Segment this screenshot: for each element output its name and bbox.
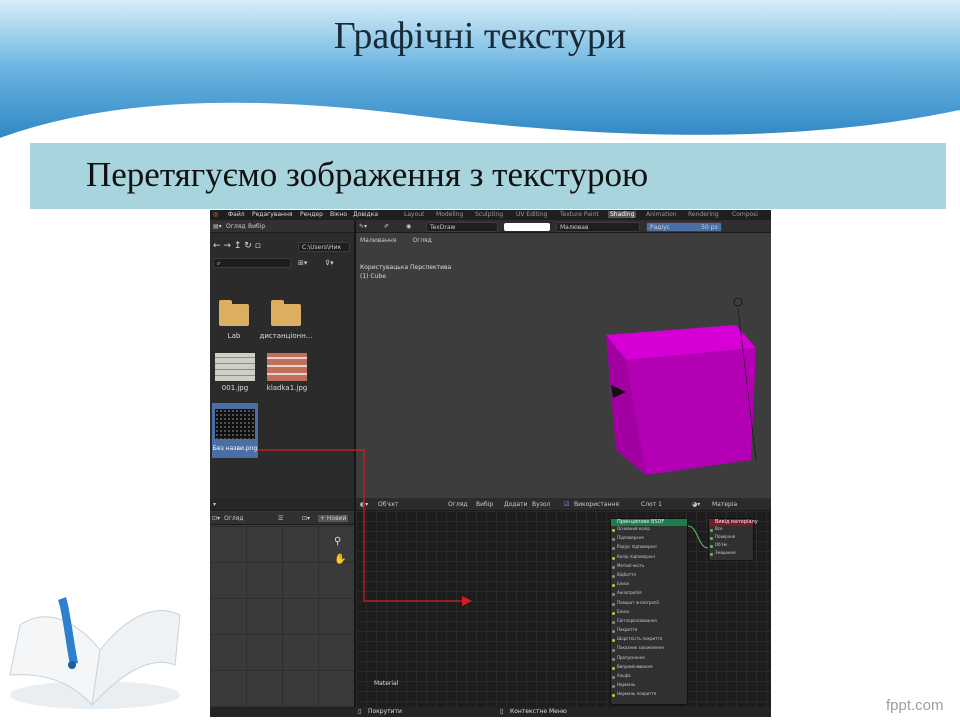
watermark: fppt.com bbox=[886, 697, 944, 714]
blender-screenshot: ◎ Файл Редагування Рендер Вікно Довідка … bbox=[210, 210, 771, 717]
slide-title: Графічні текстури bbox=[333, 15, 627, 57]
subtitle-band: Перетягуємо зображення з текстурою bbox=[30, 143, 946, 209]
book-logo bbox=[9, 597, 181, 709]
drag-arrow bbox=[258, 449, 472, 606]
slide-subtitle: Перетягуємо зображення з текстурою bbox=[86, 155, 649, 194]
